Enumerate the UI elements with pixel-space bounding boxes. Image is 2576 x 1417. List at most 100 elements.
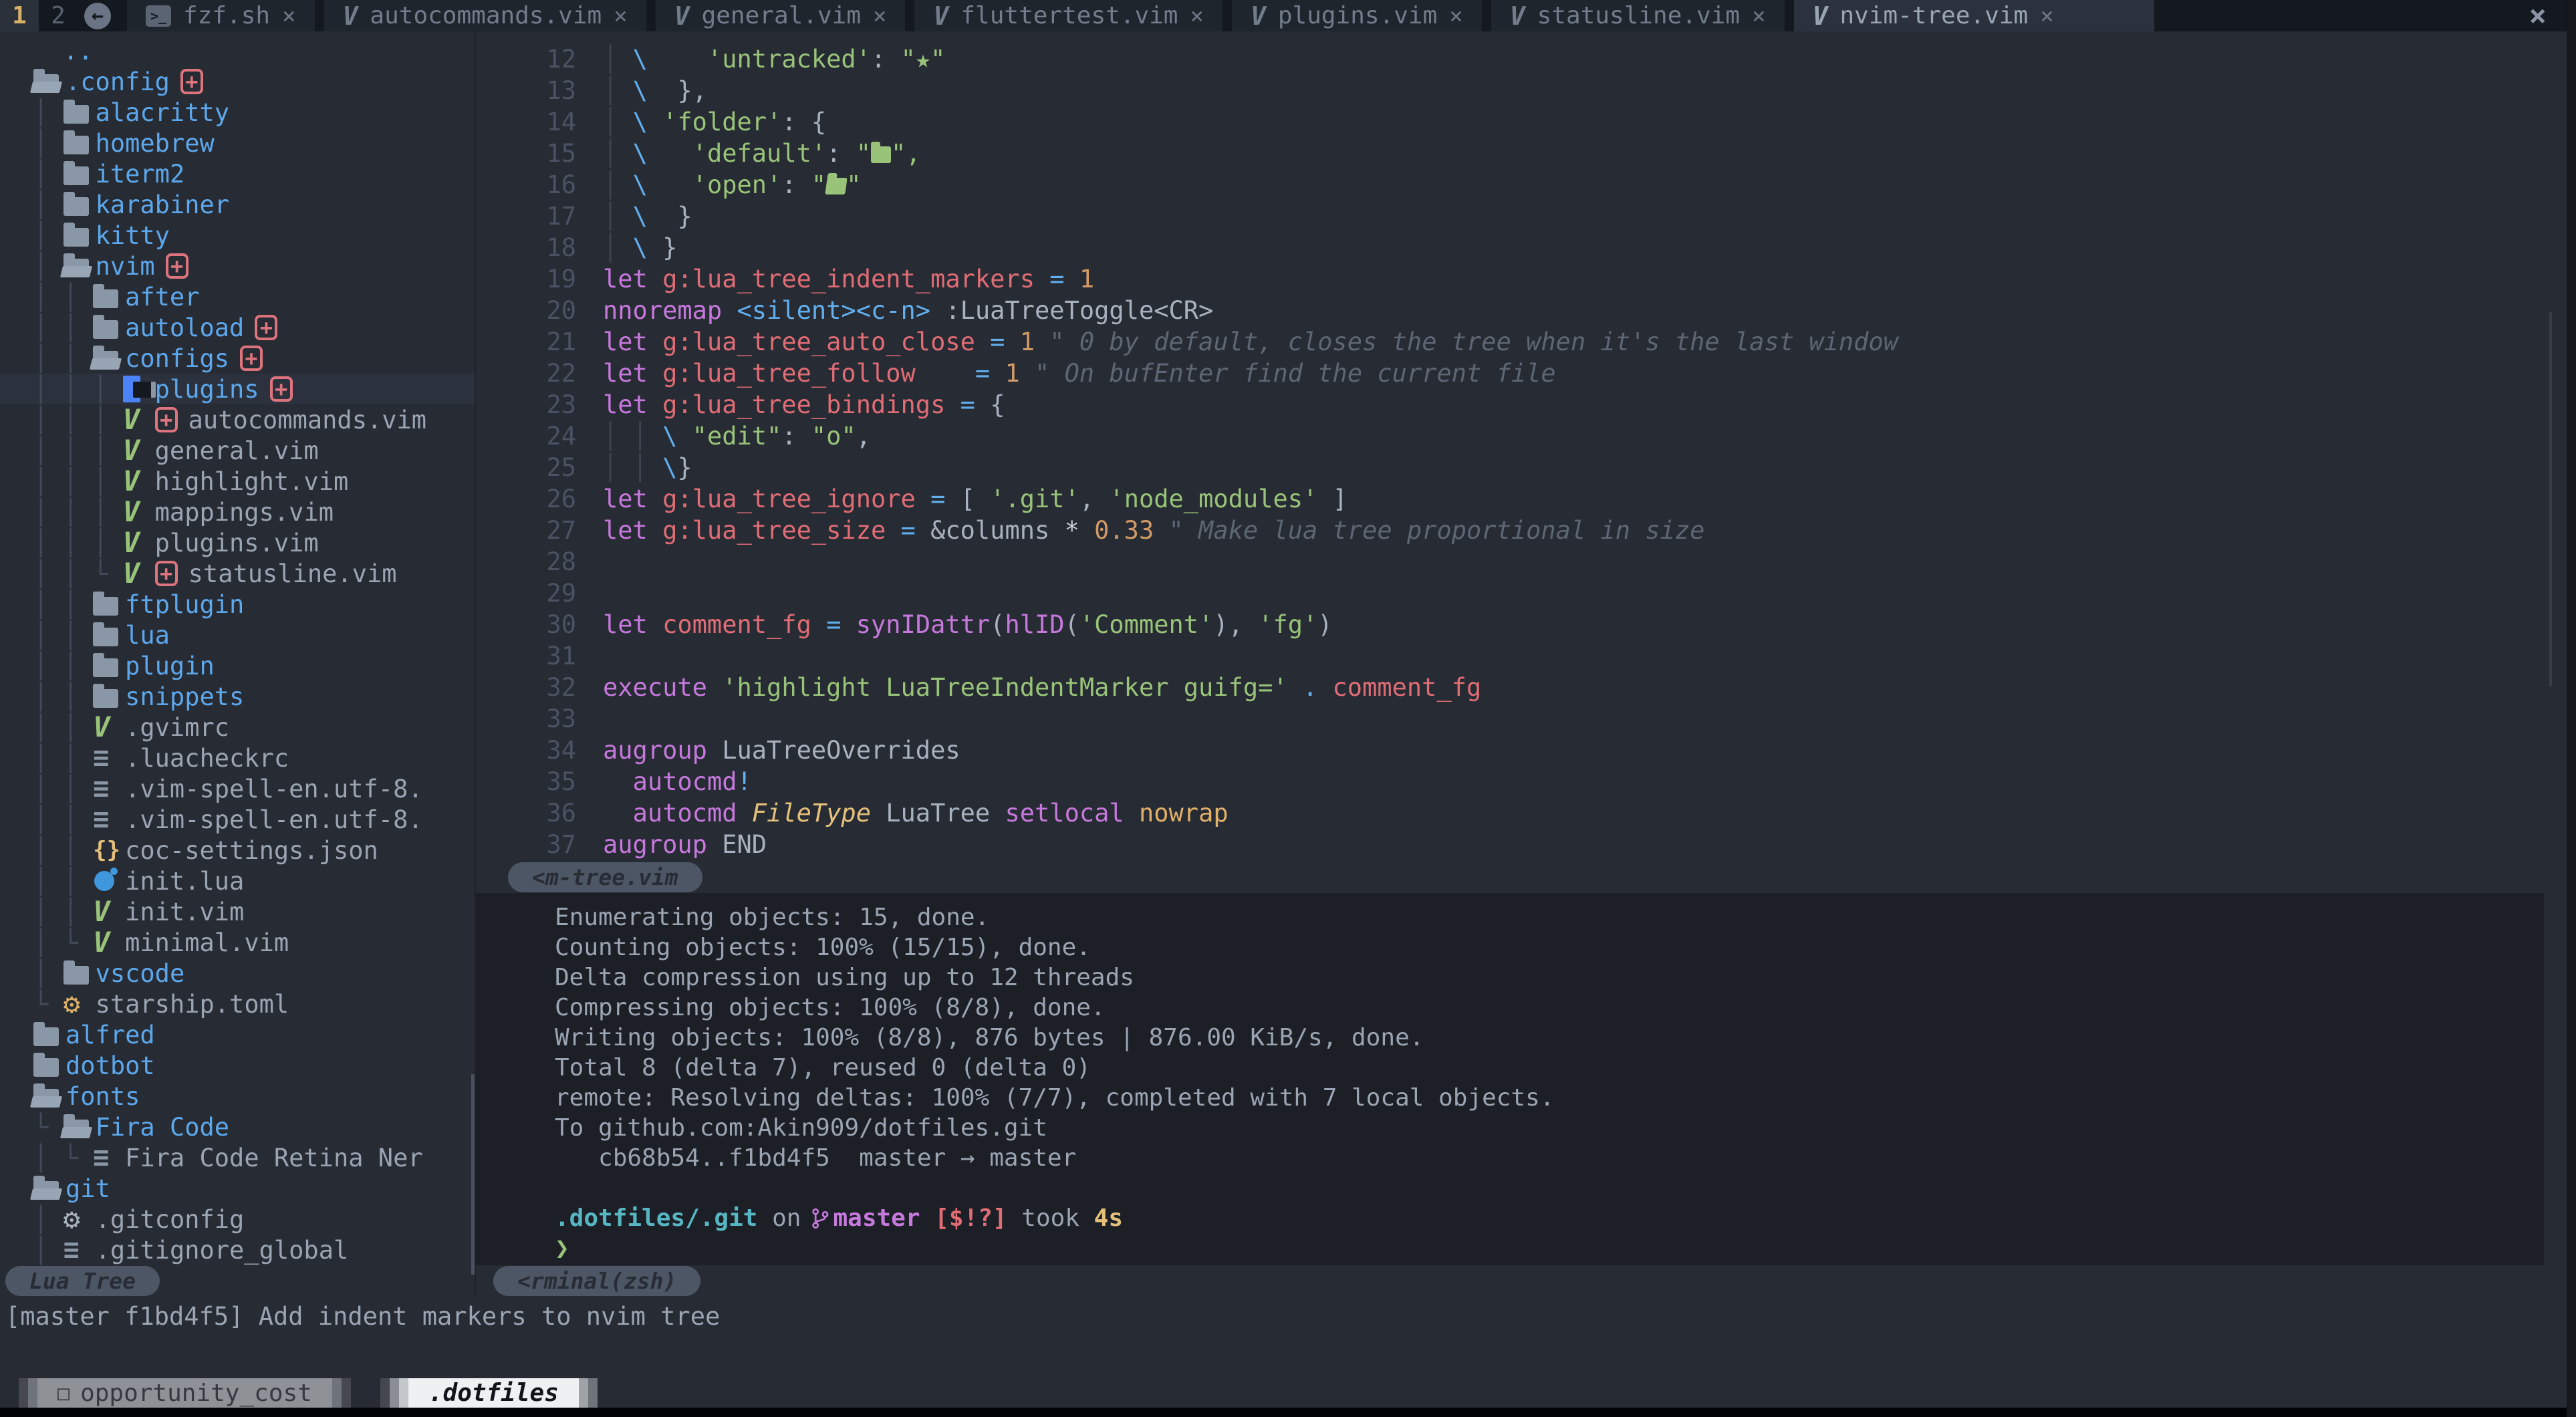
editor-line[interactable]: 29 [476, 577, 2567, 609]
tab-general.vim[interactable]: Vgeneral.vim× [656, 0, 906, 31]
editor-line[interactable]: 33 [476, 703, 2567, 735]
tree-item-.luacheckrc[interactable]: │ │ ≡.luacheckrc [0, 743, 475, 773]
editor-line[interactable]: 14│ \ 'folder': { [476, 106, 2567, 138]
editor-line[interactable]: 35 autocmd! [476, 766, 2567, 797]
editor-line[interactable]: 18│ \ } [476, 232, 2567, 263]
editor-line[interactable]: 23let g:lua_tree_bindings = { [476, 389, 2567, 420]
tree-item-..[interactable]: .. [0, 35, 475, 66]
tree-item-alfred[interactable]: alfred [0, 1019, 475, 1050]
tree-item-karabiner[interactable]: │ karabiner [0, 189, 475, 220]
tree-item-starship.toml[interactable]: └ ⚙starship.toml [0, 989, 475, 1019]
tree-item-label: .luacheckrc [125, 744, 289, 773]
tab-close-icon[interactable]: × [282, 3, 295, 29]
tree-item-minimal.vim[interactable]: │ └ Vminimal.vim [0, 927, 475, 958]
editor-line[interactable]: 17│ \ } [476, 201, 2567, 232]
tree-item-autoload[interactable]: │ │ autoload+ [0, 312, 475, 343]
back-arrow-icon[interactable]: ← [84, 3, 111, 29]
tree-item-fonts[interactable]: fonts [0, 1081, 475, 1112]
tree-item-git[interactable]: git [0, 1173, 475, 1204]
tree-item-configs[interactable]: │ │ configs+ [0, 343, 475, 374]
editor-line[interactable]: 12│ \ 'untracked': "★" [476, 43, 2567, 75]
code-text: autocmd FileType LuaTree setlocal nowrap [603, 799, 1229, 827]
editor-line[interactable]: 32execute 'highlight LuaTreeIndentMarker… [476, 672, 2567, 703]
tree-item-.gvimrc[interactable]: │ │ V.gvimrc [0, 712, 475, 743]
editor-line[interactable]: 15│ \ 'default': "", [476, 138, 2567, 169]
tree-item-.gitconfig[interactable]: │ ⚙.gitconfig [0, 1204, 475, 1235]
tab-fluttertest.vim[interactable]: Vfluttertest.vim× [914, 0, 1222, 31]
editor-scrollbar[interactable] [2549, 312, 2552, 686]
tree-item-init.vim[interactable]: │ │ Vinit.vim [0, 896, 475, 927]
tree-scrollbar[interactable] [471, 1074, 475, 1275]
close-all-icon[interactable]: × [2509, 0, 2567, 31]
tree-item-dotbot[interactable]: dotbot [0, 1050, 475, 1081]
tree-item-label: coc-settings.json [125, 836, 378, 865]
editor-line[interactable]: 36 autocmd FileType LuaTree setlocal now… [476, 797, 2567, 829]
tab-close-icon[interactable]: × [614, 3, 627, 29]
tree-item-mappings.vim[interactable]: │ │ │ Vmappings.vim [0, 497, 475, 527]
editor-line[interactable]: 27let g:lua_tree_size = &columns * 0.33 … [476, 515, 2567, 546]
tree-item-init.lua[interactable]: │ │ init.lua [0, 866, 475, 896]
tabpage-1[interactable]: 1 [0, 0, 39, 31]
vim-file-icon: V [123, 498, 155, 526]
editor-line[interactable]: 21let g:lua_tree_auto_close = 1 " 0 by d… [476, 326, 2567, 358]
editor-line[interactable]: 13│ \ }, [476, 75, 2567, 106]
tree-item-coc-settings.json[interactable]: │ │ {}coc-settings.json [0, 835, 475, 866]
editor-line[interactable]: 26let g:lua_tree_ignore = [ '.git', 'nod… [476, 483, 2567, 515]
editor-line[interactable]: 30let comment_fg = synIDattr(hlID('Comme… [476, 609, 2567, 640]
tree-item-Fira-Code[interactable]: └ Fira Code [0, 1112, 475, 1142]
tree-item-statusline.vim[interactable]: │ │ └ V+statusline.vim [0, 558, 475, 589]
editor-line[interactable]: 25│ │ \} [476, 452, 2567, 483]
tree-item-label: .config [66, 68, 170, 96]
tree-item-plugins[interactable]: │ │ │ plugins+ [0, 374, 475, 404]
tab-plugins.vim[interactable]: Vplugins.vim× [1232, 0, 1482, 31]
tmux-window-.dotfiles[interactable]: .dotfiles [380, 1378, 598, 1408]
tmux-window-opportunity_cost[interactable]: □opportunity_cost [19, 1378, 351, 1408]
tree-item-snippets[interactable]: │ │ snippets [0, 681, 475, 712]
tab-close-icon[interactable]: × [1190, 3, 1203, 29]
tab-statusline.vim[interactable]: Vstatusline.vim× [1491, 0, 1785, 31]
tree-item-plugin[interactable]: │ │ plugin [0, 650, 475, 681]
tabpage-2[interactable]: 2 [39, 0, 78, 31]
editor-buffer[interactable]: 12│ \ 'untracked': "★"13│ \ },14│ \ 'fol… [476, 31, 2567, 862]
tree-item-highlight.vim[interactable]: │ │ │ Vhighlight.vim [0, 466, 475, 497]
tab-close-icon[interactable]: × [2040, 3, 2053, 29]
tab-close-icon[interactable]: × [873, 3, 886, 29]
tree-item-autocommands.vim[interactable]: │ │ │ V+autocommands.vim [0, 404, 475, 435]
tree-item-ftplugin[interactable]: │ │ ftplugin [0, 589, 475, 620]
tree-item-label: lua [125, 621, 170, 650]
terminal-pane[interactable]: Enumerating objects: 15, done.Counting o… [476, 893, 2544, 1265]
tree-item-alacritty[interactable]: │ alacritty [0, 97, 475, 128]
editor-line[interactable]: 20nnoremap <silent><c-n> :LuaTreeToggle<… [476, 295, 2567, 326]
tree-item-nvim[interactable]: │ nvim+ [0, 251, 475, 281]
editor-line[interactable]: 28 [476, 546, 2567, 577]
tree-item-.vim-spell-en.utf-8.[interactable]: │ │ ≡.vim-spell-en.utf-8. [0, 773, 475, 804]
tab-fzf.sh[interactable]: >_fzf.sh× [127, 0, 315, 31]
tree-item-.vim-spell-en.utf-8.[interactable]: │ │ ≡.vim-spell-en.utf-8. [0, 804, 475, 835]
editor-line[interactable]: 31 [476, 640, 2567, 672]
tab-close-icon[interactable]: × [1449, 3, 1462, 29]
editor-line[interactable]: 22let g:lua_tree_follow = 1 " On bufEnte… [476, 358, 2567, 389]
tree-item-label: highlight.vim [155, 467, 349, 496]
tab-close-icon[interactable]: × [1752, 3, 1765, 29]
prompt-duration: 4s [1094, 1204, 1123, 1232]
editor-line[interactable]: 34augroup LuaTreeOverrides [476, 735, 2567, 766]
editor-line[interactable]: 24│ │ \ "edit": "o", [476, 420, 2567, 452]
tree-item-iterm2[interactable]: │ iterm2 [0, 158, 475, 189]
tree-item-homebrew[interactable]: │ homebrew [0, 128, 475, 158]
tree-item-plugins.vim[interactable]: │ │ │ Vplugins.vim [0, 527, 475, 558]
tree-guide: │ │ │ [33, 436, 123, 465]
editor-line[interactable]: 37augroup END [476, 829, 2567, 860]
tree-item-general.vim[interactable]: │ │ │ Vgeneral.vim [0, 435, 475, 466]
tab-autocommands.vim[interactable]: Vautocommands.vim× [324, 0, 646, 31]
tree-item-Fira-Code-Retina-Ner[interactable]: │ └ ≡Fira Code Retina Ner [0, 1142, 475, 1173]
tab-nvim-tree.vim[interactable]: Vnvim-tree.vim× [1794, 0, 2154, 31]
tree-item-after[interactable]: │ │ after [0, 281, 475, 312]
tree-item-.gitignore-global[interactable]: │ ≡.gitignore_global [0, 1235, 475, 1265]
tree-item-label: git [66, 1174, 110, 1203]
tree-item-vscode[interactable]: │ vscode [0, 958, 475, 989]
editor-line[interactable]: 19let g:lua_tree_indent_markers = 1 [476, 263, 2567, 295]
tree-item-kitty[interactable]: │ kitty [0, 220, 475, 251]
tree-item-lua[interactable]: │ │ lua [0, 620, 475, 650]
editor-line[interactable]: 16│ \ 'open': "" [476, 169, 2567, 201]
tree-item-.config[interactable]: .config+ [0, 66, 475, 97]
